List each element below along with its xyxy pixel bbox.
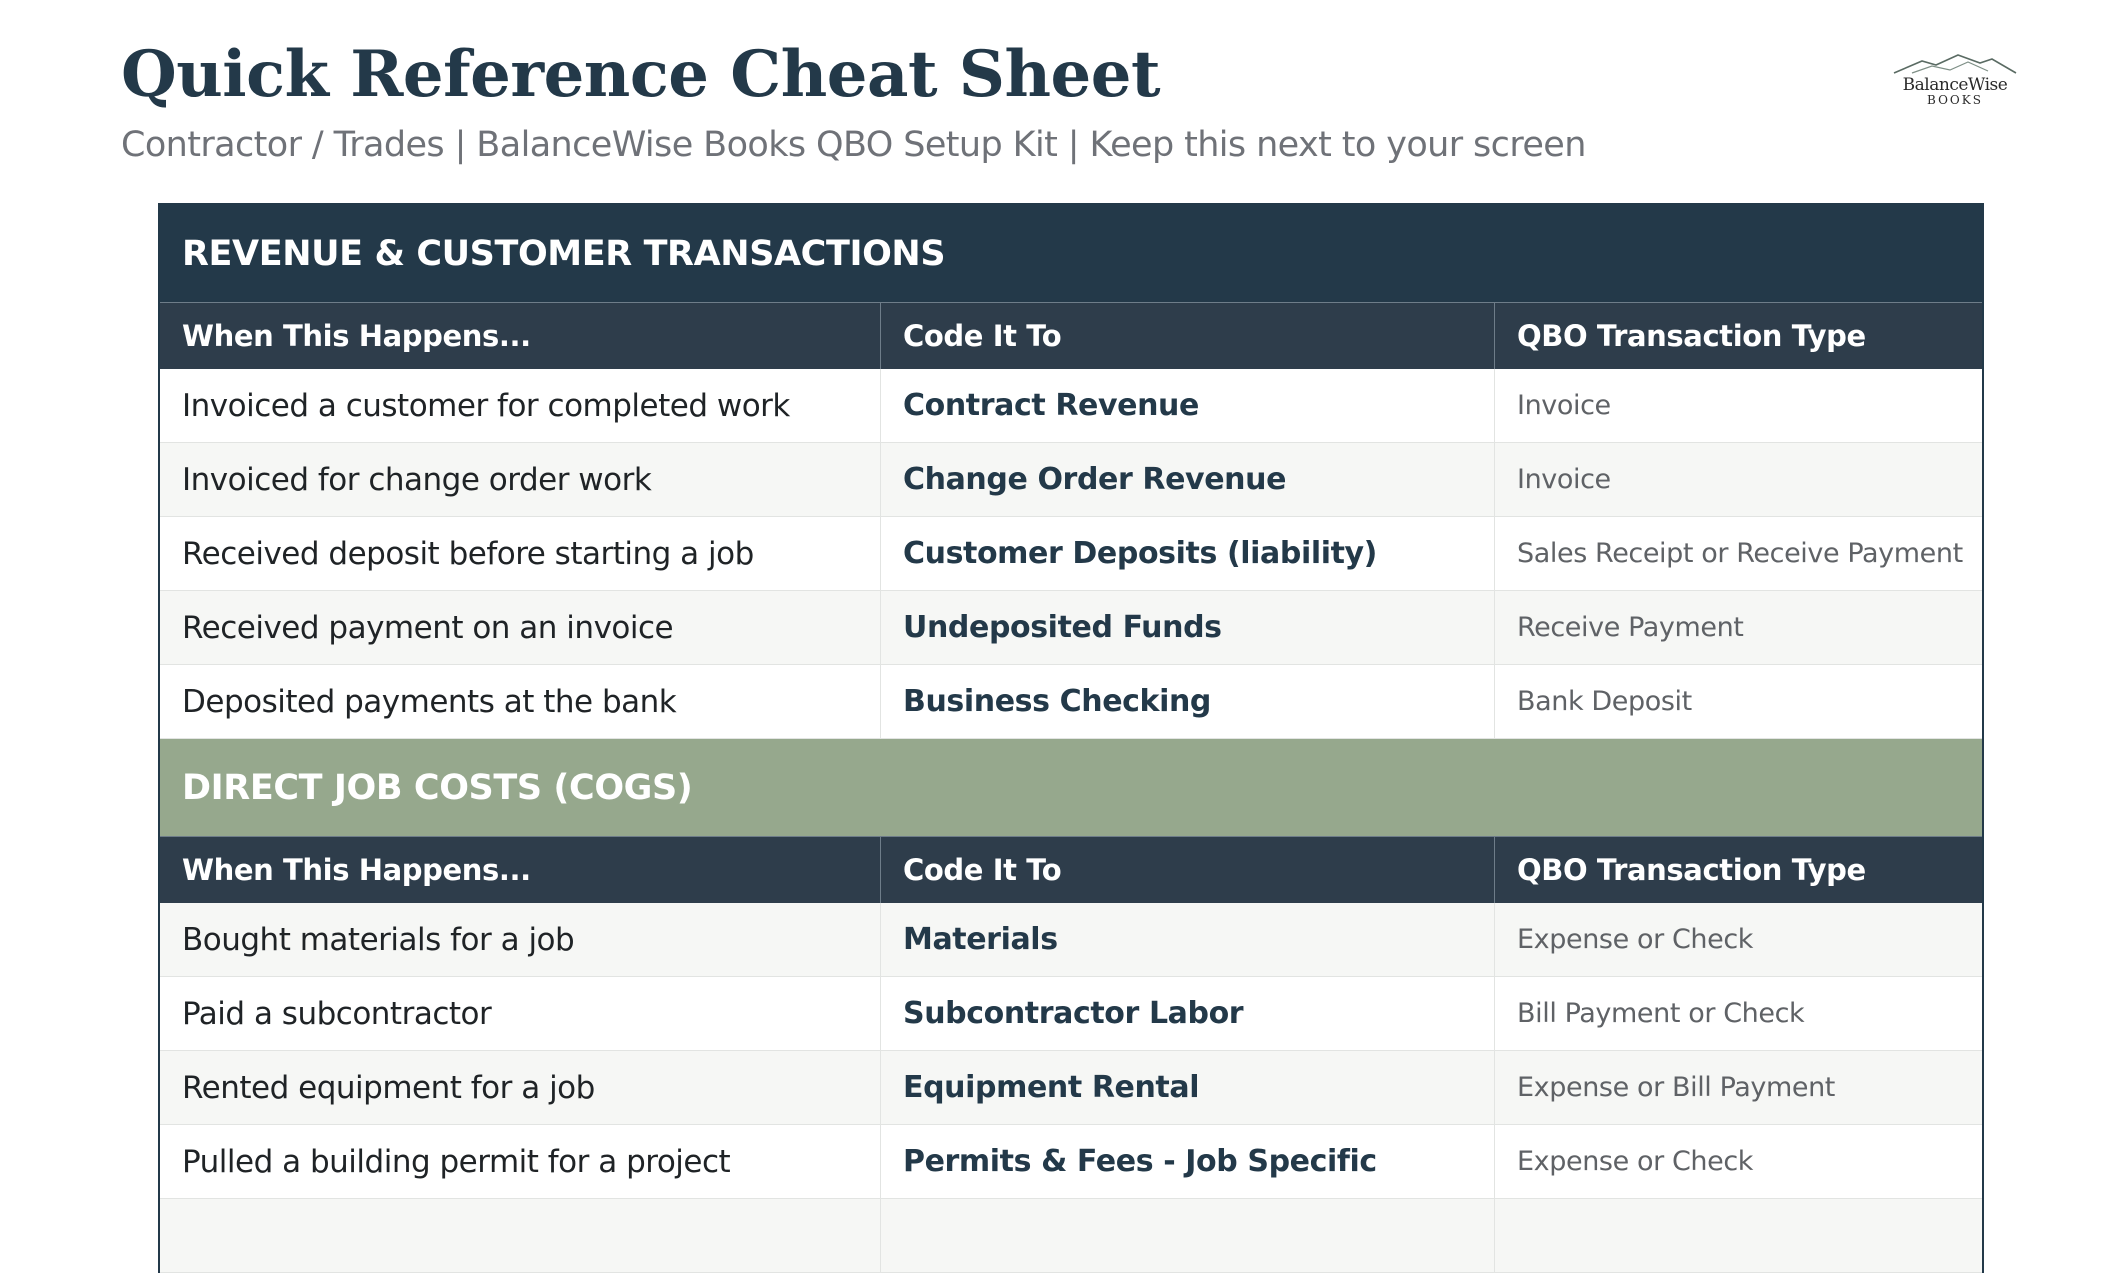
code-cell: Undeposited Funds	[880, 591, 1494, 664]
type-cell: Sales Receipt or Receive Payment	[1494, 517, 1982, 590]
column-header-when: When This Happens...	[182, 319, 531, 353]
when-cell: Rented equipment for a job	[182, 1069, 595, 1106]
type-cell: Receive Payment	[1494, 591, 1982, 664]
table-row: Bought materials for a job Materials Exp…	[160, 903, 1982, 977]
when-cell: Received deposit before starting a job	[182, 535, 754, 572]
logo-subtitle: BOOKS	[1927, 93, 1983, 107]
code-cell: Subcontractor Labor	[880, 977, 1494, 1050]
type-cell: Bank Deposit	[1494, 665, 1982, 738]
column-header-row: When This Happens... Code It To QBO Tran…	[160, 302, 1982, 369]
type-cell: Invoice	[1494, 369, 1982, 442]
code-cell: Equipment Rental	[880, 1051, 1494, 1124]
page-title: Quick Reference Cheat Sheet	[121, 37, 1161, 112]
revenue-rows: Invoiced a customer for completed work C…	[160, 369, 1982, 739]
when-cell: Pulled a building permit for a project	[182, 1143, 731, 1180]
column-header-type: QBO Transaction Type	[1494, 303, 1982, 369]
when-cell: Invoiced a customer for completed work	[182, 387, 790, 424]
when-cell: Invoiced for change order work	[182, 461, 652, 498]
section-header-cogs: DIRECT JOB COSTS (COGS)	[160, 739, 1982, 836]
table-row: Received payment on an invoice Undeposit…	[160, 591, 1982, 665]
table-row: Deposited payments at the bank Business …	[160, 665, 1982, 739]
table-row: Paid a subcontractor Subcontractor Labor…	[160, 977, 1982, 1051]
code-cell: Materials	[880, 903, 1494, 976]
when-cell: Paid a subcontractor	[182, 995, 492, 1032]
table-row-partial	[160, 1199, 1982, 1273]
cheat-sheet-table: REVENUE & CUSTOMER TRANSACTIONS When Thi…	[158, 203, 1984, 1273]
code-cell: Customer Deposits (liability)	[880, 517, 1494, 590]
type-cell: Expense or Check	[1494, 903, 1982, 976]
when-cell: Received payment on an invoice	[182, 609, 674, 646]
code-cell: Change Order Revenue	[880, 443, 1494, 516]
when-cell	[160, 1199, 880, 1272]
column-header-code: Code It To	[880, 837, 1494, 903]
code-cell: Permits & Fees - Job Specific	[880, 1125, 1494, 1198]
when-cell: Deposited payments at the bank	[182, 683, 677, 720]
logo-name: BalanceWise	[1902, 75, 2008, 95]
section-header-revenue: REVENUE & CUSTOMER TRANSACTIONS	[160, 205, 1982, 302]
column-header-when: When This Happens...	[182, 853, 531, 887]
table-row: Rented equipment for a job Equipment Ren…	[160, 1051, 1982, 1125]
table-row: Received deposit before starting a job C…	[160, 517, 1982, 591]
type-cell: Expense or Check	[1494, 1125, 1982, 1198]
table-row: Pulled a building permit for a project P…	[160, 1125, 1982, 1199]
page-subtitle: Contractor / Trades | BalanceWise Books …	[121, 125, 1586, 165]
cogs-rows: Bought materials for a job Materials Exp…	[160, 903, 1982, 1273]
column-header-type: QBO Transaction Type	[1494, 837, 1982, 903]
type-cell	[1494, 1199, 1982, 1272]
type-cell: Expense or Bill Payment	[1494, 1051, 1982, 1124]
table-row: Invoiced a customer for completed work C…	[160, 369, 1982, 443]
mountain-logo-icon	[1893, 54, 2017, 74]
table-row: Invoiced for change order work Change Or…	[160, 443, 1982, 517]
column-header-code: Code It To	[880, 303, 1494, 369]
code-cell: Business Checking	[880, 665, 1494, 738]
column-header-row: When This Happens... Code It To QBO Tran…	[160, 836, 1982, 903]
code-cell: Contract Revenue	[880, 369, 1494, 442]
type-cell: Invoice	[1494, 443, 1982, 516]
when-cell: Bought materials for a job	[182, 921, 575, 958]
type-cell: Bill Payment or Check	[1494, 977, 1982, 1050]
code-cell	[880, 1199, 1494, 1272]
logo: BalanceWise BOOKS	[1885, 52, 2025, 118]
